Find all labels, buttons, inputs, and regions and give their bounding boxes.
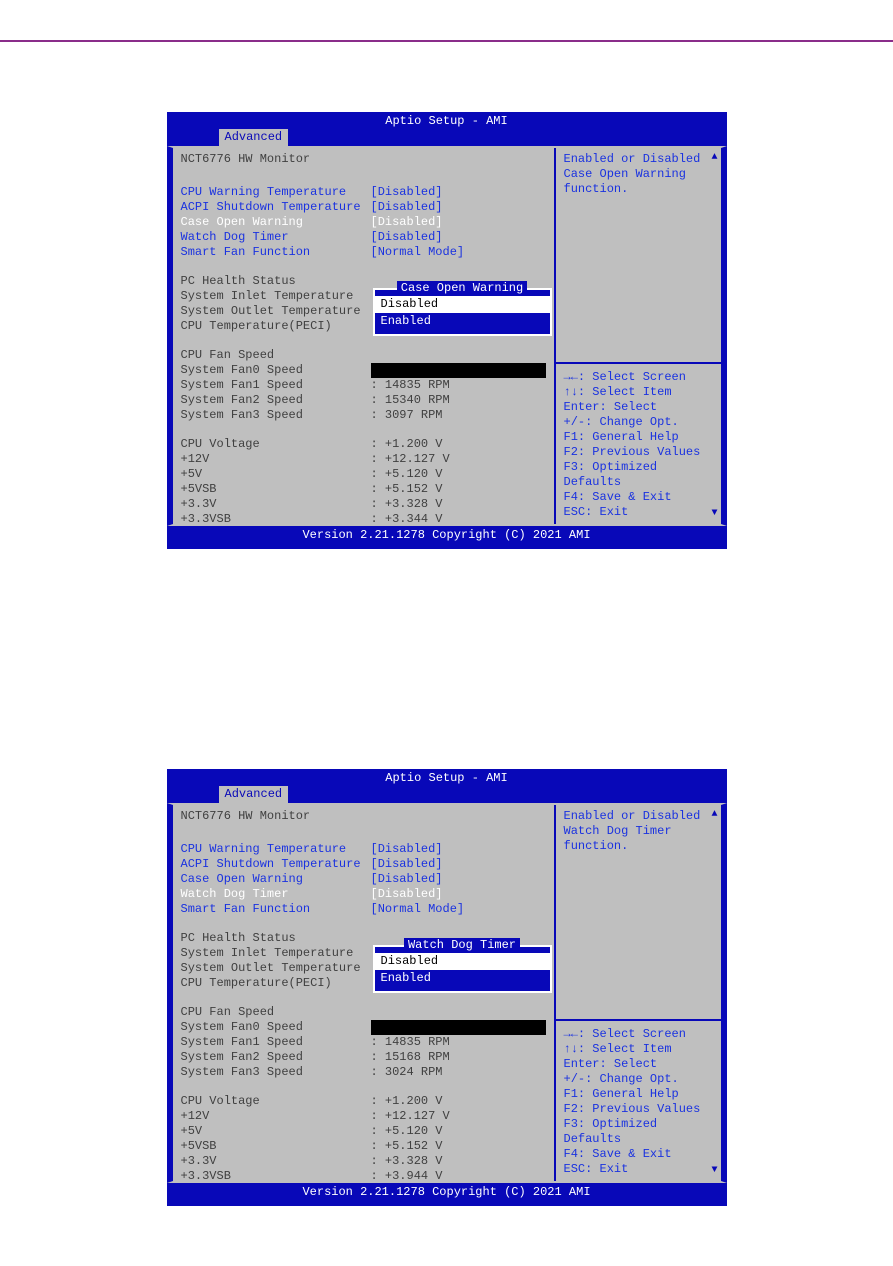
sys-fan3-speed: System Fan3 Speed: 3097 RPM	[181, 408, 546, 423]
bios-right-pane: ▲ ▼ Enabled or Disabled Watch Dog Timer …	[554, 805, 721, 1181]
section-heading: NCT6776 HW Monitor	[181, 809, 546, 824]
key-opt-defaults: F3: Optimized Defaults	[564, 460, 713, 490]
opt-watch-dog-timer[interactable]: Watch Dog Timer [Disabled]	[181, 887, 546, 902]
scroll-down-icon: ▼	[711, 508, 717, 521]
tab-advanced[interactable]: Advanced	[219, 786, 289, 803]
opt-smart-fan-function[interactable]: Smart Fan Function [Normal Mode]	[181, 245, 546, 260]
volt-5vsb: +5VSB: +5.152 V	[181, 482, 546, 497]
popup-option-enabled[interactable]: Enabled	[375, 313, 550, 330]
sys-fan0-speed: System Fan0 Speed	[181, 1020, 546, 1035]
help-text: Enabled or Disabled Watch Dog Timer func…	[564, 809, 713, 854]
scroll-up-icon: ▲	[711, 152, 717, 165]
key-enter-select: Enter: Select	[564, 1057, 713, 1072]
cpu-fan-speed: CPU Fan Speed	[181, 348, 546, 363]
key-change-opt: +/-: Change Opt.	[564, 415, 713, 430]
volt-5v: +5V: +5.120 V	[181, 1124, 546, 1139]
bios-title: Aptio Setup - AMI	[167, 112, 727, 129]
cpu-voltage: CPU Voltage: +1.200 V	[181, 1094, 546, 1109]
volt-3v3sb: +3.3VSB: +3.344 V	[181, 512, 546, 524]
popup-option-disabled[interactable]: Disabled	[375, 953, 550, 970]
key-save-exit: F4: Save & Exit	[564, 490, 713, 505]
popup-title: Case Open Warning	[375, 281, 550, 296]
key-save-exit: F4: Save & Exit	[564, 1147, 713, 1162]
opt-acpi-shutdown-temp[interactable]: ACPI Shutdown Temperature [Disabled]	[181, 200, 546, 215]
opt-acpi-shutdown-temp[interactable]: ACPI Shutdown Temperature [Disabled]	[181, 857, 546, 872]
opt-cpu-warning-temp[interactable]: CPU Warning Temperature [Disabled]	[181, 185, 546, 200]
sys-fan1-speed: System Fan1 Speed: 14835 RPM	[181, 1035, 546, 1050]
volt-3v3: +3.3V: +3.328 V	[181, 497, 546, 512]
opt-smart-fan-function[interactable]: Smart Fan Function [Normal Mode]	[181, 902, 546, 917]
key-select-item: ↑↓: Select Item	[564, 385, 713, 400]
popup-title: Watch Dog Timer	[375, 938, 550, 953]
key-help-list: →←: Select Screen ↑↓: Select Item Enter:…	[564, 370, 713, 520]
key-previous-values: F2: Previous Values	[564, 1102, 713, 1117]
key-select-screen: →←: Select Screen	[564, 370, 713, 385]
bios-left-pane: NCT6776 HW Monitor CPU Warning Temperatu…	[173, 805, 554, 1181]
volt-12v: +12V: +12.127 V	[181, 1109, 546, 1124]
section-heading: NCT6776 HW Monitor	[181, 152, 546, 167]
key-esc-exit: ESC: Exit	[564, 505, 713, 520]
opt-case-open-warning[interactable]: Case Open Warning [Disabled]	[181, 215, 546, 230]
sys-fan2-speed: System Fan2 Speed: 15168 RPM	[181, 1050, 546, 1065]
bios-tabbar: Advanced	[167, 129, 727, 146]
scroll-down-icon: ▼	[711, 1165, 717, 1178]
sys-fan3-speed: System Fan3 Speed: 3024 RPM	[181, 1065, 546, 1080]
key-change-opt: +/-: Change Opt.	[564, 1072, 713, 1087]
key-esc-exit: ESC: Exit	[564, 1162, 713, 1177]
bios-title: Aptio Setup - AMI	[167, 769, 727, 786]
cpu-fan-speed: CPU Fan Speed	[181, 1005, 546, 1020]
popup-watch-dog-timer: Watch Dog Timer Disabled Enabled	[373, 945, 552, 993]
key-opt-defaults: F3: Optimized Defaults	[564, 1117, 713, 1147]
opt-case-open-warning[interactable]: Case Open Warning [Disabled]	[181, 872, 546, 887]
key-select-screen: →←: Select Screen	[564, 1027, 713, 1042]
popup-option-enabled[interactable]: Enabled	[375, 970, 550, 987]
bios-screenshot-1: Aptio Setup - AMI Advanced NCT6776 HW Mo…	[167, 112, 727, 549]
key-previous-values: F2: Previous Values	[564, 445, 713, 460]
scroll-up-icon: ▲	[711, 809, 717, 822]
volt-5v: +5V: +5.120 V	[181, 467, 546, 482]
volt-5vsb: +5VSB: +5.152 V	[181, 1139, 546, 1154]
opt-watch-dog-timer[interactable]: Watch Dog Timer [Disabled]	[181, 230, 546, 245]
volt-3v3sb: +3.3VSB: +3.944 V	[181, 1169, 546, 1181]
bios-right-pane: ▲ ▼ Enabled or Disabled Case Open Warnin…	[554, 148, 721, 524]
popup-option-disabled[interactable]: Disabled	[375, 296, 550, 313]
sys-fan1-speed: System Fan1 Speed: 14835 RPM	[181, 378, 546, 393]
popup-case-open-warning: Case Open Warning Disabled Enabled	[373, 288, 552, 336]
volt-12v: +12V: +12.127 V	[181, 452, 546, 467]
bios-left-pane: NCT6776 HW Monitor CPU Warning Temperatu…	[173, 148, 554, 524]
sys-fan0-speed: System Fan0 Speed	[181, 363, 546, 378]
key-general-help: F1: General Help	[564, 430, 713, 445]
tab-advanced[interactable]: Advanced	[219, 129, 289, 146]
bios-tabbar: Advanced	[167, 786, 727, 803]
key-general-help: F1: General Help	[564, 1087, 713, 1102]
volt-3v3: +3.3V: +3.328 V	[181, 1154, 546, 1169]
bios-footer: Version 2.21.1278 Copyright (C) 2021 AMI	[167, 1183, 727, 1206]
key-help-list: →←: Select Screen ↑↓: Select Item Enter:…	[564, 1027, 713, 1177]
opt-cpu-warning-temp[interactable]: CPU Warning Temperature [Disabled]	[181, 842, 546, 857]
bios-footer: Version 2.21.1278 Copyright (C) 2021 AMI	[167, 526, 727, 549]
sys-fan2-speed: System Fan2 Speed: 15340 RPM	[181, 393, 546, 408]
key-enter-select: Enter: Select	[564, 400, 713, 415]
key-select-item: ↑↓: Select Item	[564, 1042, 713, 1057]
bios-screenshot-2: Aptio Setup - AMI Advanced NCT6776 HW Mo…	[167, 769, 727, 1206]
cpu-voltage: CPU Voltage: +1.200 V	[181, 437, 546, 452]
page-divider	[0, 40, 893, 42]
help-text: Enabled or Disabled Case Open Warning fu…	[564, 152, 713, 197]
